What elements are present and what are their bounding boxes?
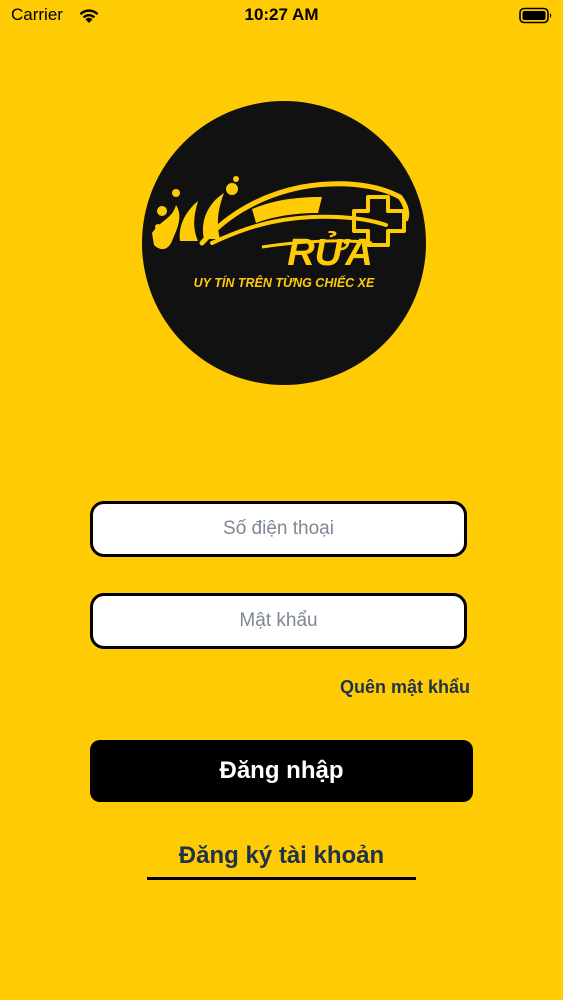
forgot-password-link[interactable]: Quên mật khẩu	[340, 677, 470, 698]
register-link-underline	[147, 877, 416, 880]
phone-input[interactable]	[93, 504, 464, 554]
password-input[interactable]	[93, 596, 464, 646]
login-button[interactable]: Đăng nhập	[90, 740, 473, 802]
logo-brand-text: RỬA	[287, 230, 373, 274]
status-bar: Carrier 10:27 AM	[0, 0, 563, 34]
status-time: 10:27 AM	[244, 5, 319, 24]
battery-icon	[519, 7, 552, 24]
register-link[interactable]: Đăng ký tài khoản	[147, 842, 416, 870]
password-field[interactable]	[90, 593, 467, 649]
phone-field[interactable]	[90, 501, 467, 557]
logo-tagline: UY TÍN TRÊN TỪNG CHIẾC XE	[194, 275, 375, 290]
brand-logo: RỬA UY TÍN TRÊN TỪNG CHIẾC XE	[142, 101, 426, 385]
car-wash-logo: RỬA UY TÍN TRÊN TỪNG CHIẾC XE	[152, 176, 410, 290]
